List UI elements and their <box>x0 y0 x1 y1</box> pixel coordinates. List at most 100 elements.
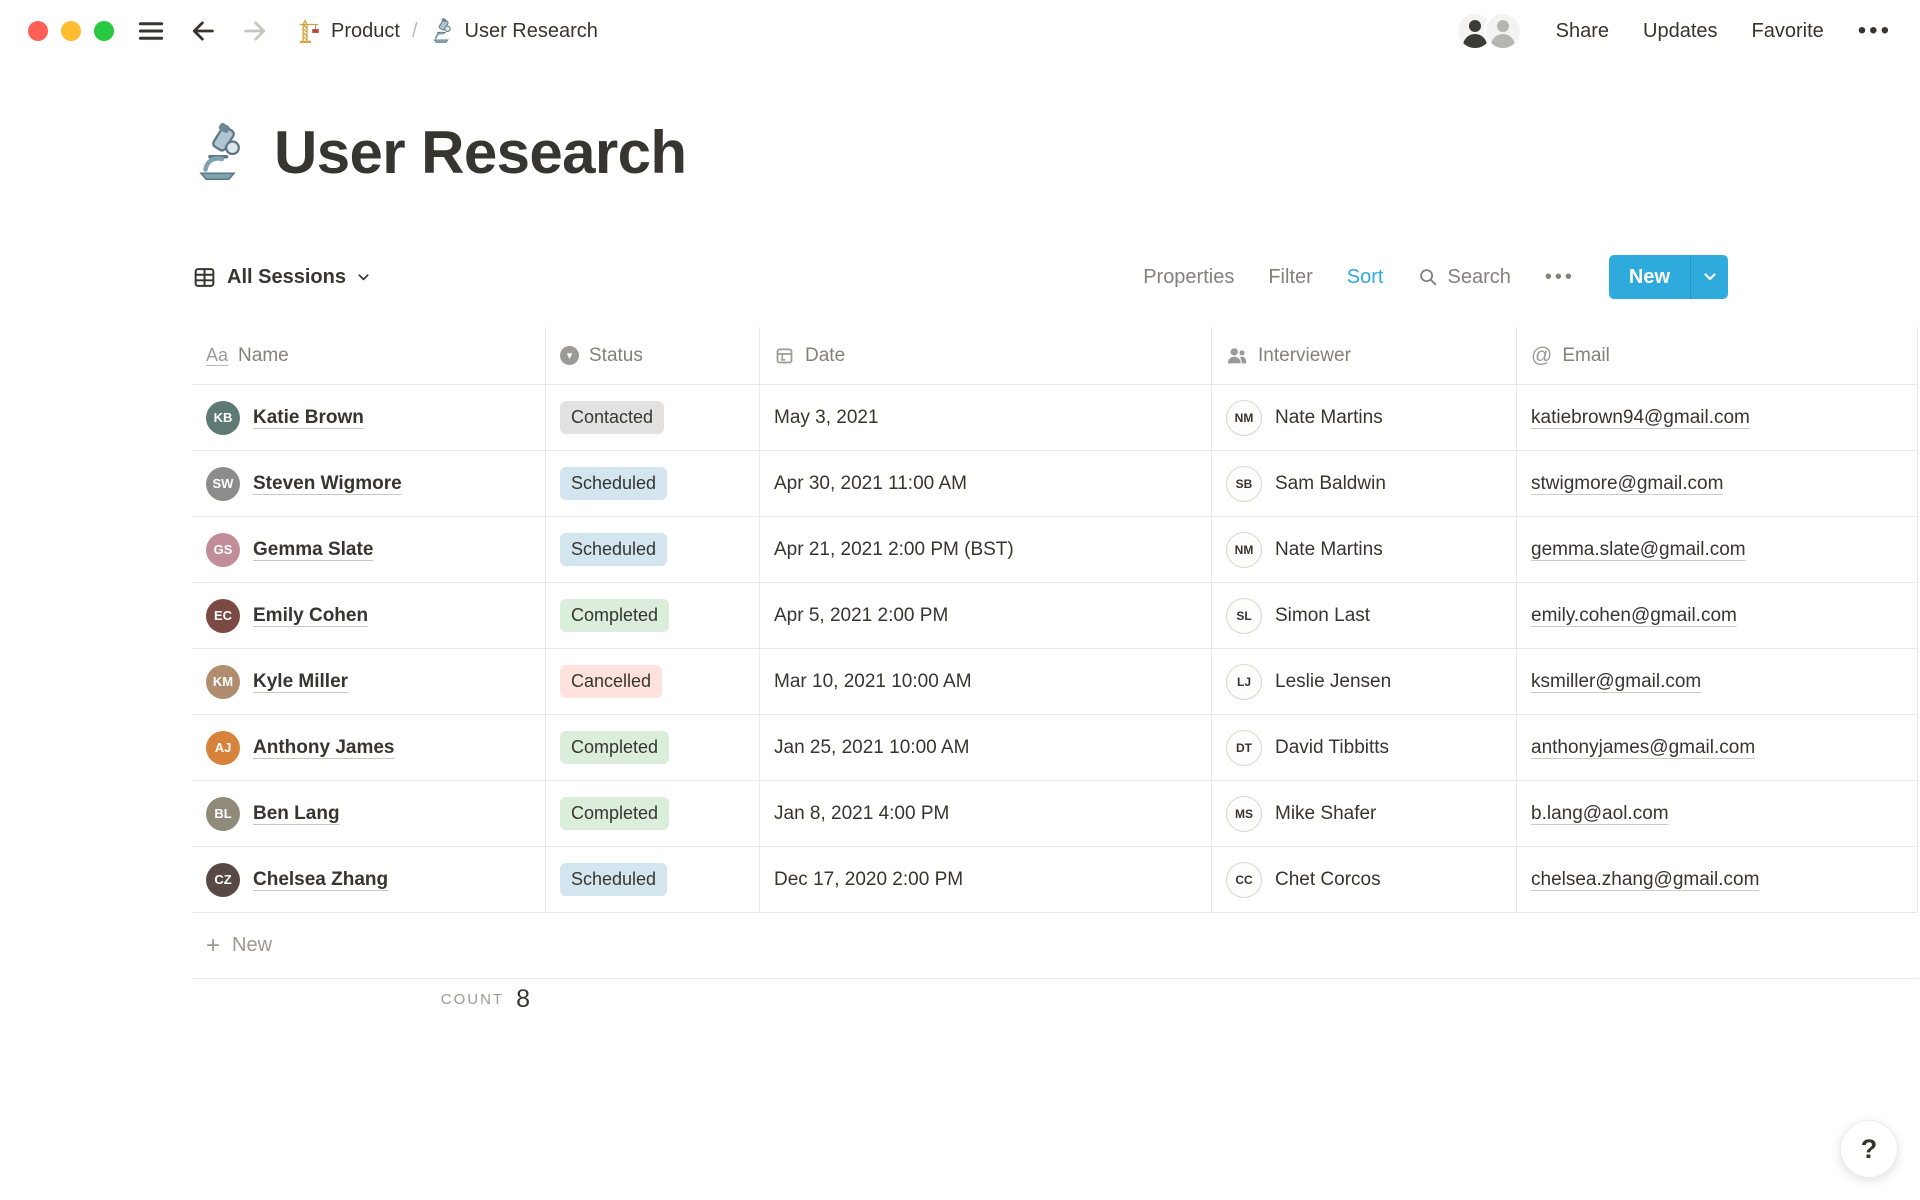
name-cell[interactable]: BL Ben Lang <box>192 781 546 846</box>
count-calc[interactable]: COUNT 8 <box>192 979 546 1014</box>
properties-button[interactable]: Properties <box>1143 266 1234 289</box>
column-header-email[interactable]: @ Email <box>1517 327 1918 384</box>
name-cell[interactable]: GS Gemma Slate <box>192 517 546 582</box>
filter-button[interactable]: Filter <box>1268 266 1312 289</box>
email-cell[interactable]: anthonyjames@gmail.com <box>1517 715 1918 780</box>
table-row: GS Gemma Slate Scheduled Apr 21, 2021 2:00 … <box>192 517 1918 583</box>
name-cell[interactable]: EC Emily Cohen <box>192 583 546 648</box>
name-cell[interactable]: AJ Anthony James <box>192 715 546 780</box>
column-header-status[interactable]: ▾ Status <box>546 327 760 384</box>
email-link[interactable]: b.lang@aol.com <box>1531 803 1669 825</box>
name-cell[interactable]: KM Kyle Miller <box>192 649 546 714</box>
share-button[interactable]: Share <box>1556 20 1609 43</box>
interviewer-name: Sam Baldwin <box>1275 472 1386 494</box>
interviewer-cell[interactable]: MS Mike Shafer <box>1212 781 1517 846</box>
toolbar-more-icon[interactable]: ••• <box>1545 267 1575 287</box>
email-link[interactable]: chelsea.zhang@gmail.com <box>1531 869 1759 891</box>
page-title[interactable]: User Research <box>274 118 687 187</box>
status-pill: Scheduled <box>560 533 668 566</box>
table-header-row: Aa Name ▾ Status Date Interviewer @ Email <box>192 327 1918 385</box>
name-link[interactable]: Chelsea Zhang <box>253 869 388 891</box>
date-cell[interactable]: Jan 25, 2021 10:00 AM <box>760 715 1212 780</box>
status-cell[interactable]: Completed <box>546 781 760 846</box>
updates-button[interactable]: Updates <box>1643 20 1718 43</box>
help-button[interactable]: ? <box>1840 1120 1898 1178</box>
page-title-row: User Research <box>192 118 1920 187</box>
column-header-name[interactable]: Aa Name <box>192 327 546 384</box>
date-cell[interactable]: Mar 10, 2021 10:00 AM <box>760 649 1212 714</box>
interviewer-cell[interactable]: SL Simon Last <box>1212 583 1517 648</box>
name-link[interactable]: Gemma Slate <box>253 539 373 561</box>
sort-button[interactable]: Sort <box>1347 266 1384 289</box>
date-cell[interactable]: Dec 17, 2020 2:00 PM <box>760 847 1212 912</box>
interviewer-name: Leslie Jensen <box>1275 670 1392 692</box>
column-header-interviewer[interactable]: Interviewer <box>1212 327 1517 384</box>
email-cell[interactable]: emily.cohen@gmail.com <box>1517 583 1918 648</box>
email-link[interactable]: emily.cohen@gmail.com <box>1531 605 1737 627</box>
name-link[interactable]: Steven Wigmore <box>253 473 402 495</box>
name-cell[interactable]: KB Katie Brown <box>192 385 546 450</box>
email-cell[interactable]: gemma.slate@gmail.com <box>1517 517 1918 582</box>
email-link[interactable]: stwigmore@gmail.com <box>1531 473 1723 495</box>
date-cell[interactable]: May 3, 2021 <box>760 385 1212 450</box>
new-button-chevron[interactable] <box>1690 255 1728 299</box>
interviewer-cell[interactable]: NM Nate Martins <box>1212 517 1517 582</box>
forward-arrow-icon[interactable] <box>240 16 270 46</box>
name-column-icon: Aa <box>206 344 229 367</box>
date-cell[interactable]: Apr 5, 2021 2:00 PM <box>760 583 1212 648</box>
interviewer-cell[interactable]: DT David Tibbitts <box>1212 715 1517 780</box>
column-header-date[interactable]: Date <box>760 327 1212 384</box>
new-row-button[interactable]: + New <box>192 913 1918 979</box>
minimize-button[interactable] <box>61 21 81 41</box>
email-cell[interactable]: b.lang@aol.com <box>1517 781 1918 846</box>
name-cell[interactable]: CZ Chelsea Zhang <box>192 847 546 912</box>
favorite-button[interactable]: Favorite <box>1752 20 1824 43</box>
email-cell[interactable]: ksmiller@gmail.com <box>1517 649 1918 714</box>
status-cell[interactable]: Scheduled <box>546 451 760 516</box>
date-cell[interactable]: Jan 8, 2021 4:00 PM <box>760 781 1212 846</box>
email-link[interactable]: gemma.slate@gmail.com <box>1531 539 1746 561</box>
email-link[interactable]: katiebrown94@gmail.com <box>1531 407 1750 429</box>
email-cell[interactable]: stwigmore@gmail.com <box>1517 451 1918 516</box>
status-cell[interactable]: Completed <box>546 583 760 648</box>
status-cell[interactable]: Cancelled <box>546 649 760 714</box>
table-row: AJ Anthony James Completed Jan 25, 2021 10:… <box>192 715 1918 781</box>
close-button[interactable] <box>28 21 48 41</box>
date-cell[interactable]: Apr 21, 2021 2:00 PM (BST) <box>760 517 1212 582</box>
name-link[interactable]: Ben Lang <box>253 803 340 825</box>
breadcrumb-item-product[interactable]: Product <box>296 18 400 44</box>
email-link[interactable]: ksmiller@gmail.com <box>1531 671 1701 693</box>
interviewer-cell[interactable]: CC Chet Corcos <box>1212 847 1517 912</box>
name-link[interactable]: Anthony James <box>253 737 394 759</box>
name-link[interactable]: Katie Brown <box>253 407 364 429</box>
interviewer-name: David Tibbitts <box>1275 736 1390 758</box>
interviewer-cell[interactable]: LJ Leslie Jensen <box>1212 649 1517 714</box>
date-value: Dec 17, 2020 2:00 PM <box>774 868 964 890</box>
more-options-icon[interactable]: ••• <box>1858 19 1892 43</box>
date-cell[interactable]: Apr 30, 2021 11:00 AM <box>760 451 1212 516</box>
new-button[interactable]: New <box>1608 255 1690 299</box>
breadcrumb-item-user-research[interactable]: User Research <box>430 18 598 44</box>
status-cell[interactable]: Contacted <box>546 385 760 450</box>
name-link[interactable]: Kyle Miller <box>253 671 348 693</box>
name-cell[interactable]: SW Steven Wigmore <box>192 451 546 516</box>
view-switcher[interactable]: All Sessions <box>192 265 371 290</box>
status-cell[interactable]: Scheduled <box>546 847 760 912</box>
zoom-button[interactable] <box>94 21 114 41</box>
sidebar-menu-icon[interactable] <box>136 16 166 46</box>
interviewer-cell[interactable]: SB Sam Baldwin <box>1212 451 1517 516</box>
email-cell[interactable]: katiebrown94@gmail.com <box>1517 385 1918 450</box>
name-link[interactable]: Emily Cohen <box>253 605 368 627</box>
collaborator-avatars[interactable] <box>1455 12 1522 50</box>
interviewer-cell[interactable]: NM Nate Martins <box>1212 385 1517 450</box>
interviewer-avatar: DT <box>1226 729 1262 766</box>
breadcrumb: Product / User Research <box>296 18 598 44</box>
status-cell[interactable]: Scheduled <box>546 517 760 582</box>
email-cell[interactable]: chelsea.zhang@gmail.com <box>1517 847 1918 912</box>
email-link[interactable]: anthonyjames@gmail.com <box>1531 737 1755 759</box>
search-button[interactable]: Search <box>1417 266 1511 289</box>
back-arrow-icon[interactable] <box>188 16 218 46</box>
status-cell[interactable]: Completed <box>546 715 760 780</box>
search-icon <box>1417 266 1439 288</box>
microscope-icon[interactable] <box>192 122 252 183</box>
